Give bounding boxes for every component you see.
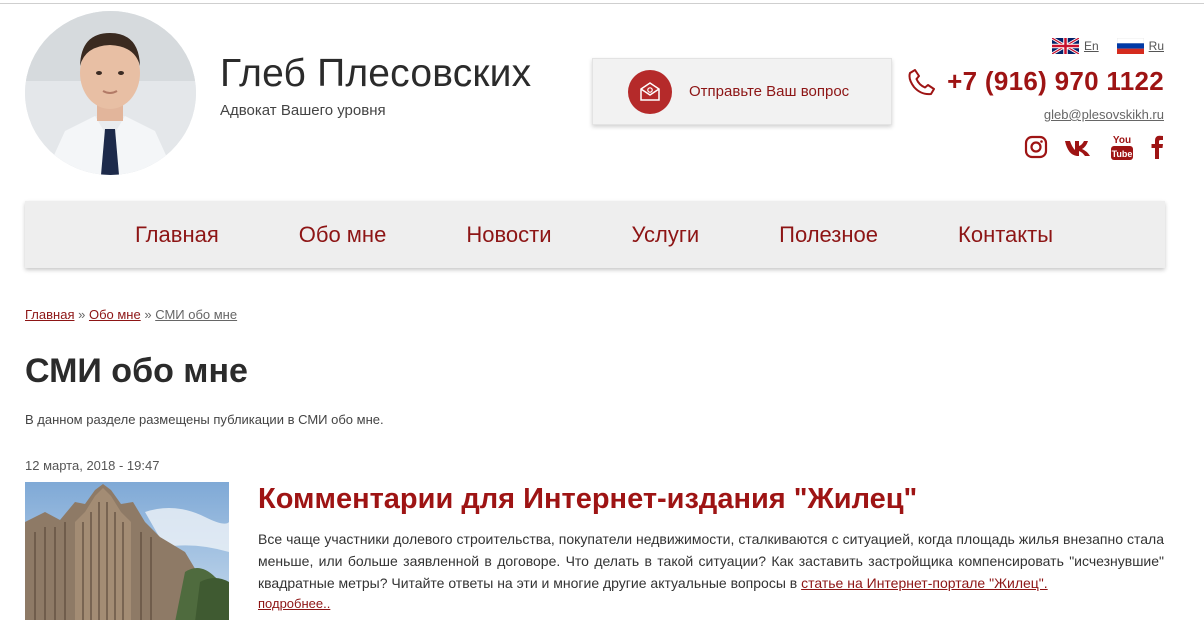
email-link[interactable]: gleb@plesovskikh.ru [1044, 107, 1164, 122]
nav-item-home[interactable]: Главная [135, 222, 219, 248]
lang-en-label: En [1083, 39, 1099, 53]
article-date: 12 марта, 2018 - 19:47 [25, 458, 160, 473]
read-more-link[interactable]: подробнее.. [258, 596, 330, 611]
nav-item-services[interactable]: Услуги [632, 222, 700, 248]
phone-icon [908, 68, 936, 95]
social-links: You Tube [1024, 133, 1164, 166]
language-switcher: En Ru [1051, 38, 1164, 54]
nav-item-news[interactable]: Новости [466, 222, 551, 248]
breadcrumb-separator: » [78, 307, 86, 322]
breadcrumb: Главная » Обо мне » СМИ обо мне [25, 307, 237, 322]
article-body: Все чаще участники долевого строительств… [258, 528, 1164, 594]
lang-ru-link[interactable]: Ru [1116, 38, 1164, 54]
tagline: Адвокат Вашего уровня [220, 102, 386, 119]
instagram-icon[interactable] [1024, 135, 1048, 164]
avatar [25, 11, 196, 175]
uk-flag-icon [1051, 38, 1079, 54]
phone-number[interactable]: +7 (916) 970 1122 [947, 66, 1164, 97]
breadcrumb-separator: » [144, 307, 152, 322]
send-question-button[interactable]: Отправьте Ваш вопрос [592, 58, 892, 125]
nav-item-about[interactable]: Обо мне [299, 222, 387, 248]
russia-flag-icon [1116, 38, 1144, 54]
site-owner-name: Глеб Плесовских [220, 52, 532, 95]
breadcrumb-about[interactable]: Обо мне [89, 307, 141, 322]
mail-icon [628, 69, 672, 114]
phone-block[interactable]: +7 (916) 970 1122 [907, 66, 1164, 97]
page-intro: В данном разделе размещены публикации в … [25, 412, 384, 427]
nav-item-contacts[interactable]: Контакты [958, 222, 1053, 248]
breadcrumb-current: СМИ обо мне [155, 307, 238, 322]
nav-item-useful[interactable]: Полезное [779, 222, 878, 248]
article-source-link[interactable]: статье на Интернет-портале "Жилец". [801, 575, 1048, 591]
send-question-label: Отправьте Ваш вопрос [689, 83, 850, 100]
lang-en-link[interactable]: En [1051, 38, 1099, 54]
page-title: СМИ обо мне [25, 352, 248, 390]
svg-text:Tube: Tube [1112, 149, 1133, 159]
vk-icon[interactable] [1064, 137, 1094, 162]
facebook-icon[interactable] [1150, 135, 1164, 164]
top-divider [0, 3, 1204, 4]
main-nav: Главная Обо мне Новости Услуги Полезное … [25, 201, 1165, 268]
article-title[interactable]: Комментарии для Интернет-издания "Жилец" [258, 483, 917, 516]
article-thumbnail[interactable] [25, 482, 229, 620]
svg-text:You: You [1113, 135, 1131, 146]
breadcrumb-home[interactable]: Главная [25, 307, 74, 322]
youtube-icon[interactable]: You Tube [1110, 133, 1134, 166]
lang-ru-label: Ru [1148, 39, 1164, 53]
